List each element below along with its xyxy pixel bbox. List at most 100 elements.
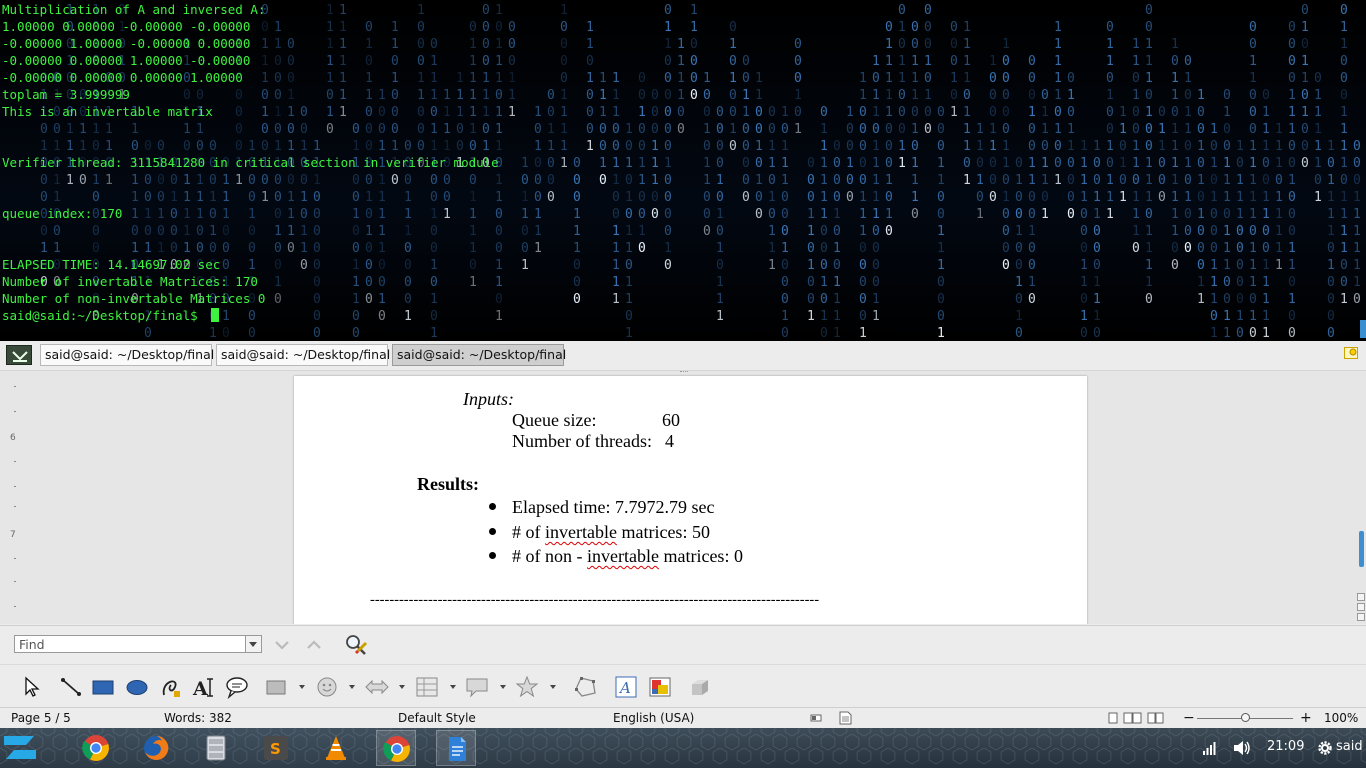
zoom-slider-handle[interactable]	[1241, 713, 1250, 722]
svg-text:1: 1	[1054, 122, 1062, 137]
page-indicator[interactable]: Page 5 / 5	[11, 708, 71, 728]
svg-text:1: 1	[1301, 54, 1309, 69]
book-view-icon[interactable]	[1147, 712, 1164, 724]
callouts-icon[interactable]	[465, 675, 489, 699]
taskbar-vlc[interactable]	[316, 730, 356, 766]
svg-text:1: 1	[573, 224, 581, 239]
taskbar-chrome[interactable]	[76, 730, 116, 766]
svg-text:0: 0	[1236, 275, 1244, 290]
misspelled-word[interactable]: invertable	[587, 546, 659, 566]
find-replace-icon[interactable]	[344, 633, 368, 657]
svg-text:1: 1	[872, 292, 880, 307]
svg-text:1: 1	[586, 37, 594, 52]
svg-text:1: 1	[1314, 88, 1322, 103]
volume-icon[interactable]	[1233, 740, 1251, 756]
points-icon[interactable]	[573, 675, 597, 699]
fontwork-icon[interactable]: A	[614, 675, 638, 699]
flowchart-dropdown[interactable]	[450, 685, 456, 689]
basic-shapes-icon[interactable]	[264, 675, 288, 699]
find-input[interactable]	[14, 635, 246, 653]
block-arrows-dropdown[interactable]	[399, 685, 405, 689]
bookmark-icon[interactable]	[1344, 347, 1358, 359]
find-next-icon[interactable]	[304, 635, 324, 655]
svg-text:1: 1	[1015, 224, 1023, 239]
document-scrollbar[interactable]	[1356, 371, 1366, 624]
language-indicator[interactable]: English (USA)	[613, 708, 694, 728]
taskbar-sublime-text[interactable]: S	[256, 730, 296, 766]
svg-text:1: 1	[1184, 190, 1192, 205]
clock[interactable]: 21:09	[1267, 739, 1304, 754]
curve-icon[interactable]	[159, 675, 183, 699]
callout-icon[interactable]	[225, 675, 249, 699]
callouts-dropdown[interactable]	[500, 685, 506, 689]
svg-text:1: 1	[1223, 309, 1231, 324]
svg-text:1: 1	[820, 190, 828, 205]
scrollbar-thumb[interactable]	[1359, 531, 1364, 567]
svg-text:0: 0	[742, 139, 750, 154]
svg-text:1: 1	[937, 241, 945, 256]
terminal-scrollbar[interactable]	[1360, 320, 1366, 338]
select-icon[interactable]	[20, 675, 44, 699]
document-page[interactable]: Inputs: Queue size: 60 Number of threads…	[294, 376, 1087, 624]
svg-text:0: 0	[1028, 139, 1036, 154]
terminal-window[interactable]: 0110100000100010010110010010010001111001…	[0, 0, 1366, 341]
find-history-dropdown[interactable]	[246, 635, 262, 653]
taskbar-writer[interactable]	[436, 730, 476, 766]
symbol-shapes-dropdown[interactable]	[349, 685, 355, 689]
document-area[interactable]: 6 7 Inputs: Queue size: 60 Number of thr…	[0, 371, 1366, 624]
page-style[interactable]: Default Style	[398, 708, 476, 728]
svg-text:0: 0	[547, 173, 555, 188]
network-icon[interactable]	[1202, 741, 1216, 755]
block-arrows-icon[interactable]	[365, 675, 389, 699]
svg-text:1: 1	[976, 173, 984, 188]
terminal-tab-2[interactable]: said@said: ~/Desktop/final	[216, 344, 390, 366]
basic-shapes-dropdown[interactable]	[299, 685, 305, 689]
user-menu[interactable]: said	[1336, 739, 1363, 754]
svg-text:1: 1	[508, 71, 516, 86]
taskbar-file-manager[interactable]	[196, 730, 236, 766]
svg-text:0: 0	[1288, 326, 1296, 341]
zoom-in-button[interactable]: +	[1300, 708, 1312, 728]
symbol-shapes-icon[interactable]	[315, 675, 339, 699]
svg-text:1: 1	[1262, 139, 1270, 154]
stars-dropdown[interactable]	[550, 685, 556, 689]
multi-page-view-icon[interactable]	[1123, 712, 1142, 724]
next-page-button[interactable]	[1357, 613, 1365, 621]
svg-text:0: 0	[937, 122, 945, 137]
svg-text:0: 0	[716, 156, 724, 171]
taskbar-chrome-active[interactable]	[376, 730, 416, 766]
svg-text:1: 1	[1353, 207, 1361, 222]
navigator-button[interactable]	[1357, 603, 1365, 611]
single-page-view-icon[interactable]	[1108, 712, 1118, 724]
extrusion-icon[interactable]	[688, 675, 712, 699]
terminal-menu-icon[interactable]	[6, 345, 32, 365]
svg-text:1: 1	[651, 139, 659, 154]
rectangle-icon[interactable]	[91, 675, 115, 699]
terminal-tab-3[interactable]: said@said: ~/Desktop/final	[392, 344, 566, 366]
svg-text:0: 0	[846, 173, 854, 188]
flowchart-icon[interactable]	[415, 675, 439, 699]
from-file-icon[interactable]	[648, 675, 672, 699]
ellipse-icon[interactable]	[125, 675, 149, 699]
document-modified-icon[interactable]	[839, 711, 852, 725]
line-icon[interactable]	[59, 675, 83, 699]
misspelled-word[interactable]: invertable	[545, 522, 617, 542]
zoom-level[interactable]: 100%	[1324, 708, 1358, 728]
word-count[interactable]: Words: 382	[164, 708, 232, 728]
find-previous-icon[interactable]	[272, 635, 292, 655]
zorin-menu-icon[interactable]	[0, 728, 40, 768]
previous-page-button[interactable]	[1357, 593, 1365, 601]
stars-icon[interactable]	[515, 675, 539, 699]
svg-text:1: 1	[1119, 105, 1127, 120]
svg-text:0: 0	[599, 122, 607, 137]
taskbar-firefox[interactable]	[136, 730, 176, 766]
zoom-out-button[interactable]: −	[1183, 708, 1195, 728]
svg-text:1: 1	[1015, 309, 1023, 324]
gear-icon[interactable]	[1317, 740, 1333, 756]
terminal-tab-1[interactable]: said@said: ~/Desktop/final	[40, 344, 214, 366]
svg-text:0: 0	[716, 224, 724, 239]
ruler-grip[interactable]	[680, 371, 688, 374]
insert-mode-icon[interactable]	[810, 712, 822, 724]
svg-text:1: 1	[1106, 207, 1114, 222]
text-icon[interactable]: A	[192, 675, 216, 699]
